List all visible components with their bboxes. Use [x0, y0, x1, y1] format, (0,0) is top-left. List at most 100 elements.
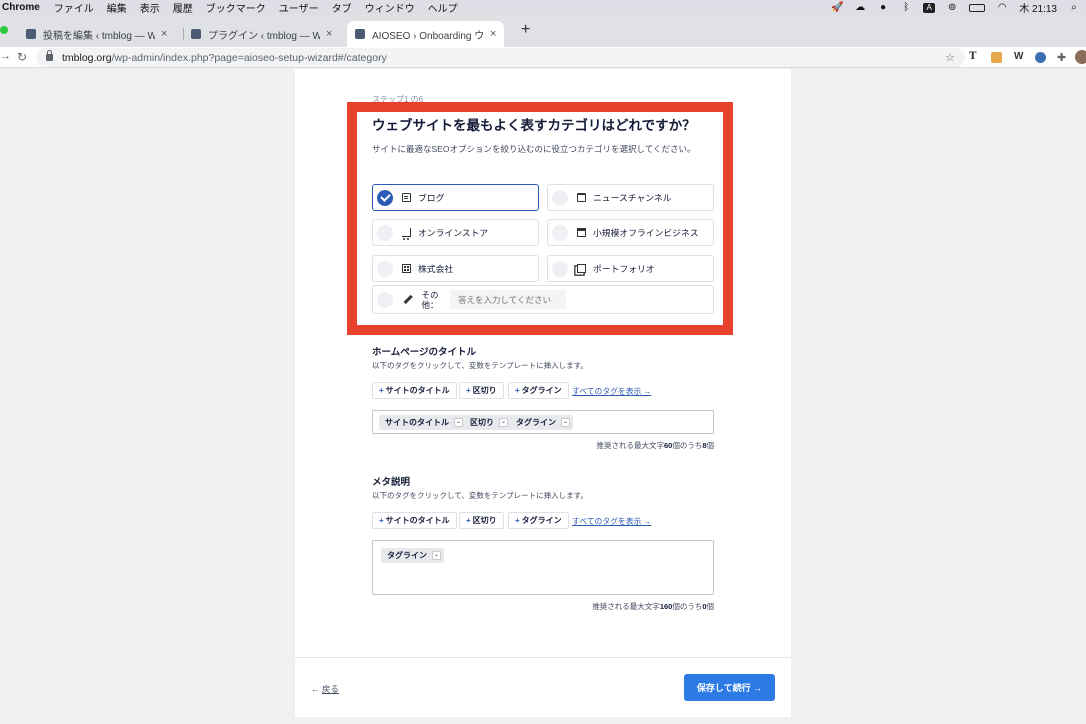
gallery-icon [577, 264, 586, 273]
bluetooth-icon[interactable]: ᛒ [900, 2, 912, 13]
forward-arrow-icon[interactable]: → [0, 50, 11, 62]
menubar-status-area: 🚀 ☁ ● ᛒ A ⊚ ◠ 木 21:13 ⌕ [831, 0, 1080, 15]
category-option-portfolio[interactable]: ポートフォリオ [547, 255, 714, 282]
extension-w-icon[interactable]: W [1014, 51, 1023, 62]
link-icon[interactable]: ⊚ [946, 2, 958, 13]
category-option-blog[interactable]: ブログ [372, 184, 539, 211]
extension-globe-icon[interactable] [1035, 52, 1046, 63]
category-option-other[interactable]: その 他： [372, 285, 714, 314]
address-bar[interactable]: tmblog.org /wp-admin/index.php?page=aios… [36, 48, 965, 67]
extension-t-icon[interactable]: T [969, 51, 976, 62]
meta-description-description: 以下のタグをクリックして、変数をテンプレートに挿入します。 [372, 491, 588, 500]
meta-description-field[interactable]: タグライン ⌄ [372, 540, 714, 595]
arrow-left-icon: ← [311, 684, 320, 694]
profile-avatar[interactable] [1075, 50, 1086, 64]
radio-icon[interactable] [377, 291, 393, 308]
category-option-label: オンラインストア [418, 228, 489, 238]
tag-chip-tagline[interactable]: タグライン ⌄ [381, 548, 444, 563]
tab-edit-post[interactable]: 投稿を編集 ‹ tmblog — WordPress × [18, 21, 175, 47]
menubar-clock[interactable]: 木 21:13 [1019, 0, 1057, 15]
menu-app-name[interactable]: Chrome [2, 2, 40, 13]
show-all-tags-link[interactable]: すべてのタグを表示 → [572, 516, 651, 527]
chevron-down-icon[interactable]: ⌄ [561, 418, 570, 427]
show-all-tags-link[interactable]: すべてのタグを表示 → [572, 386, 651, 397]
insert-separator-tag-button[interactable]: + 区切り [459, 382, 504, 399]
plus-icon: + [466, 516, 471, 525]
tab-title: プラグイン ‹ tmblog — WordPress [208, 30, 320, 42]
category-option-online-store[interactable]: オンラインストア [372, 219, 539, 246]
menu-file[interactable]: ファイル [54, 0, 94, 15]
radio-icon[interactable] [552, 224, 568, 241]
menu-help[interactable]: ヘルプ [428, 0, 458, 15]
tag-chip-tagline[interactable]: タグライン ⌄ [510, 415, 573, 430]
radio-icon[interactable] [552, 260, 568, 277]
insert-tagline-tag-button[interactable]: + タグライン [508, 512, 569, 529]
other-category-input[interactable] [450, 290, 566, 309]
tab-close-icon[interactable]: × [326, 28, 332, 40]
tab-aioseo-onboarding[interactable]: AIOSEO › Onboarding ウィザード × [347, 21, 505, 47]
category-option-label: 小規模オフラインビジネス [593, 228, 699, 238]
insert-site-title-tag-button[interactable]: + サイトのタイトル [372, 512, 457, 529]
tag-chip-site-title[interactable]: サイトのタイトル ⌄ [379, 415, 466, 430]
menu-users[interactable]: ユーザー [279, 0, 319, 15]
homepage-title-char-counter: 推奨される最大文字60個のうち8個 [596, 441, 714, 450]
page-title: ウェブサイトを最もよく表すカテゴリはどれですか？ [372, 118, 696, 133]
tab-plugins[interactable]: プラグイン ‹ tmblog — WordPress × [183, 21, 340, 47]
insert-separator-tag-button[interactable]: + 区切り [459, 512, 504, 529]
wordpress-favicon-icon [191, 29, 201, 39]
category-option-news[interactable]: ニュースチャンネル [547, 184, 714, 211]
radio-icon[interactable] [552, 189, 568, 206]
keyboard-a-icon[interactable]: A [923, 2, 936, 13]
plus-icon: + [379, 386, 384, 395]
battery-icon[interactable] [969, 3, 986, 12]
radio-icon[interactable] [377, 260, 393, 277]
radio-icon[interactable] [377, 224, 393, 241]
reload-icon[interactable]: ↻ [17, 50, 27, 64]
menu-edit[interactable]: 編集 [107, 0, 127, 15]
lock-icon[interactable] [46, 50, 53, 61]
bookmark-star-icon[interactable]: ☆ [945, 51, 955, 64]
macos-menu-bar: Chrome ファイル 編集 表示 履歴 ブックマーク ユーザー タブ ウィンド… [0, 0, 1086, 15]
radio-checked-icon[interactable] [377, 189, 393, 206]
insert-site-title-tag-button[interactable]: + サイトのタイトル [372, 382, 457, 399]
category-option-corporation[interactable]: 株式会社 [372, 255, 539, 282]
chevron-down-icon[interactable]: ⌄ [432, 551, 441, 560]
homepage-title-field[interactable]: サイトのタイトル ⌄ 区切り ⌄ タグライン ⌄ [372, 410, 714, 434]
tab-close-icon[interactable]: × [161, 28, 167, 40]
tab-close-icon[interactable]: × [490, 28, 496, 40]
tag-chip-separator[interactable]: 区切り ⌄ [464, 415, 511, 430]
cart-icon [402, 228, 411, 240]
homepage-title-description: 以下のタグをクリックして、変数をテンプレートに挿入します。 [372, 361, 588, 370]
window-zoom-button[interactable] [0, 26, 8, 34]
meta-description-char-counter: 推奨される最大文字160個のうち0個 [592, 602, 714, 611]
store-icon [577, 228, 586, 237]
back-label: 戻る [321, 684, 339, 694]
extension-grid-icon[interactable] [991, 52, 1002, 63]
chevron-down-icon[interactable]: ⌄ [499, 418, 508, 427]
insert-tagline-tag-button[interactable]: + タグライン [508, 382, 569, 399]
new-tab-button[interactable]: + [521, 22, 530, 38]
menu-view[interactable]: 表示 [140, 0, 160, 15]
spotlight-icon[interactable]: ⌕ [1068, 2, 1080, 13]
plus-icon: + [515, 386, 520, 395]
homepage-title-heading: ホームページのタイトル [372, 347, 477, 358]
plus-icon: + [515, 516, 520, 525]
extensions-puzzle-icon[interactable]: ✚ [1057, 51, 1066, 64]
cloud-icon[interactable]: ☁ [854, 2, 866, 13]
menu-history[interactable]: 履歴 [173, 0, 193, 15]
browser-toolbar: → ↻ tmblog.org /wp-admin/index.php?page=… [0, 47, 1086, 68]
save-and-continue-button[interactable]: 保存して続行 → [684, 674, 775, 701]
tab-title: 投稿を編集 ‹ tmblog — WordPress [43, 30, 155, 42]
cloud-dark-icon[interactable]: ● [877, 2, 889, 13]
wifi-icon[interactable]: ◠ [996, 2, 1008, 13]
pencil-icon [403, 295, 413, 304]
category-option-local-business[interactable]: 小規模オフラインビジネス [547, 219, 714, 246]
menu-tab[interactable]: タブ [332, 0, 352, 15]
menu-window[interactable]: ウィンドウ [365, 0, 415, 15]
back-link[interactable]: ← 戻る [311, 683, 339, 695]
wordpress-favicon-icon [355, 29, 365, 39]
calendar-icon [577, 193, 586, 202]
menu-bookmarks[interactable]: ブックマーク [206, 0, 266, 15]
chevron-down-icon[interactable]: ⌄ [454, 418, 463, 427]
rocket-icon[interactable]: 🚀 [831, 2, 843, 13]
